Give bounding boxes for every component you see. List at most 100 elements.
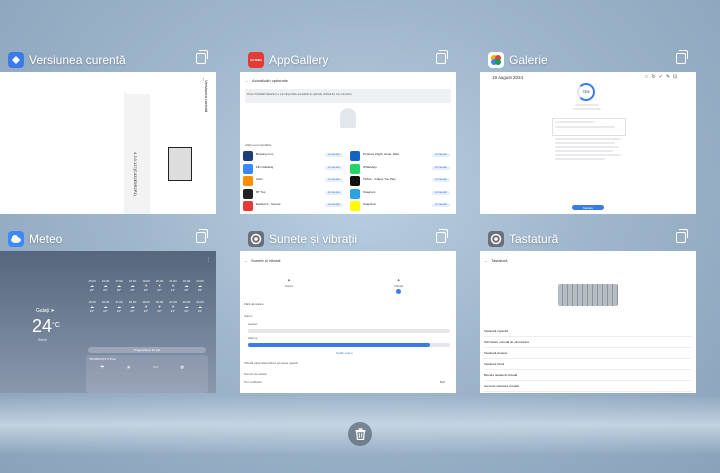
app-name: Galerie bbox=[509, 53, 548, 67]
settings-row[interactable]: Schimbare metodă de introducere bbox=[484, 337, 692, 348]
app-preview[interactable]: 4.3.0.127(C432E5R2P1) Versiunea curentă … bbox=[0, 72, 216, 214]
gallery-icon bbox=[488, 52, 504, 68]
hourly-item: 20:00 ☀ 22° bbox=[154, 279, 166, 292]
app-logo-icon bbox=[243, 176, 253, 186]
floating-window-button[interactable] bbox=[676, 50, 688, 64]
more-icon[interactable]: ⋮ bbox=[206, 257, 211, 263]
header-title: Actualizări opționale bbox=[252, 78, 288, 83]
rotated-version-text: 4.3.0.127(C432E5R2P1) bbox=[133, 152, 138, 196]
app-name: AppGallery bbox=[269, 53, 329, 67]
app-preview[interactable]: 19 august 2024 ☆↻✓✎⊡ 73% Salvare bbox=[480, 72, 696, 214]
app-list-item[interactable]: WhatsApp INSTALARE bbox=[350, 163, 450, 176]
section-system-sounds: Sunete de sistem bbox=[244, 372, 268, 376]
install-button[interactable]: INSTALARE bbox=[432, 153, 450, 157]
mode-vibration[interactable]: ⚬ Vibrații bbox=[394, 278, 403, 294]
back-arrow-icon: ↑ bbox=[202, 77, 205, 83]
card-header: Galerie bbox=[480, 50, 696, 72]
app-logo-icon bbox=[243, 151, 253, 161]
save-button[interactable]: Salvare bbox=[572, 205, 604, 210]
app-list-name: TikTok - Videos You Play bbox=[363, 177, 396, 181]
banner-text: Pentru HUAWEI MatePad nu sunt disponibil… bbox=[247, 93, 353, 96]
install-button[interactable]: INSTALARE bbox=[325, 178, 343, 182]
hourly-item: 18:00 ☁ 23° bbox=[127, 279, 139, 292]
hourly-forecast: 15:00 ☁ 24° 16:00 ☁ 24° 17:00 ☁ 24° 18:00 ☁ 23° 19:0… bbox=[86, 279, 206, 321]
app-list-item[interactable]: Film Ralduisj INSTALARE bbox=[243, 163, 343, 176]
hourly-item: 22:00 ☁ 20° bbox=[181, 279, 193, 292]
settings-row[interactable]: Tastatură implicită bbox=[484, 326, 692, 337]
hourly-item: 15:00 ☁ 24° bbox=[86, 279, 98, 292]
hourly-item: 17:00 ☁ 24° bbox=[113, 300, 125, 313]
app-list-item[interactable]: Prostore Flight, Hotel, Ride INSTALARE bbox=[350, 150, 450, 163]
app-list-item[interactable]: BT Top INSTALARE bbox=[243, 188, 343, 201]
volume-slider-alarms[interactable] bbox=[248, 343, 450, 347]
install-button[interactable]: INSTALARE bbox=[325, 203, 343, 207]
app-list-item[interactable]: Epidemic - Sunete INSTALARE bbox=[243, 200, 343, 213]
floating-window-button[interactable] bbox=[436, 229, 448, 243]
settings-row[interactable]: Tastatura fizică bbox=[484, 359, 692, 370]
settings-row[interactable]: Blocare tastatură virtuală bbox=[484, 370, 692, 381]
app-logo-icon bbox=[350, 163, 360, 174]
install-button[interactable]: INSTALARE bbox=[325, 190, 343, 195]
floating-window-button[interactable] bbox=[196, 50, 208, 64]
install-button[interactable]: INSTALARE bbox=[325, 165, 343, 170]
app-preview[interactable]: Galați ➤ 24°C Senin 15:00 ☁ 24° 16:00 ☁ 24° 17… bbox=[0, 251, 216, 393]
app-list-item[interactable]: Telegram INSTALARE bbox=[350, 188, 450, 201]
app-logo-icon bbox=[350, 201, 360, 211]
rotated-title: Versiunea curentă bbox=[204, 80, 209, 113]
app-logo-icon bbox=[243, 201, 253, 211]
app-logo-icon bbox=[350, 188, 360, 199]
app-preview[interactable]: ← Actualizări opționale Pentru HUAWEI Ma… bbox=[240, 72, 456, 214]
install-button[interactable]: INSTALARE bbox=[432, 165, 450, 170]
install-button[interactable]: INSTALARE bbox=[432, 190, 450, 195]
more-volume-link[interactable]: Setări volum bbox=[336, 351, 353, 355]
install-button[interactable]: INSTALARE bbox=[432, 203, 450, 207]
app-logo-icon bbox=[350, 176, 360, 186]
forecast-15-days-button[interactable]: Prognoză pe 15 zile bbox=[88, 347, 206, 353]
slider-label-calls: Apeluri bbox=[248, 322, 258, 326]
floating-window-button[interactable] bbox=[436, 50, 448, 64]
appgallery-icon: HUAWEI bbox=[248, 52, 264, 68]
app-list-item[interactable]: Snapchat INSTALARE bbox=[350, 200, 450, 213]
clear-all-button[interactable] bbox=[348, 422, 372, 446]
install-button[interactable]: INSTALARE bbox=[325, 153, 343, 157]
card-header: Meteo bbox=[0, 229, 216, 251]
app-preview[interactable]: ← Sunete și vibrații ⚬ Sunet ⚬ Vibrații Fă… bbox=[240, 251, 456, 393]
app-name: Meteo bbox=[29, 232, 63, 246]
hourly-item: 16:00 ☁ 24° bbox=[100, 300, 112, 313]
settings-row[interactable]: Ascunde tastatura virtuală bbox=[484, 381, 692, 392]
row-do-not-disturb[interactable]: Fără deranjare bbox=[244, 302, 264, 306]
floating-window-button[interactable] bbox=[196, 229, 208, 243]
hourly-item: 17:00 ☁ 24° bbox=[113, 279, 125, 292]
card-header: Versiunea curentă bbox=[0, 50, 216, 72]
notification-tone-value: Bell bbox=[440, 380, 446, 384]
app-logo-icon bbox=[243, 188, 253, 199]
version-icon bbox=[8, 52, 24, 68]
hourly-item: 19:00 ☀ 23° bbox=[140, 279, 152, 292]
app-list-name: BT Top bbox=[256, 189, 266, 194]
app-list-name: Telegram bbox=[363, 189, 376, 194]
section-volume: Volum bbox=[244, 314, 253, 318]
hourly-item: 23:00 ☁ 19° bbox=[194, 279, 206, 292]
app-logo-icon bbox=[243, 163, 253, 174]
volume-slider-calls[interactable] bbox=[248, 329, 450, 333]
floating-window-button[interactable] bbox=[676, 229, 688, 243]
app-list-item[interactable]: Booking.com INSTALARE bbox=[243, 150, 343, 163]
settings-row[interactable]: Tastatură Huawei bbox=[484, 348, 692, 359]
app-list-item[interactable]: Avito INSTALARE bbox=[243, 175, 343, 188]
trash-icon bbox=[355, 428, 365, 440]
install-button[interactable]: INSTALARE bbox=[432, 178, 450, 182]
app-preview[interactable]: ← Tastatură Tastatură implicită Schimbare… bbox=[480, 251, 696, 393]
card-header: HUAWEI AppGallery bbox=[240, 50, 456, 72]
row-notification-tone[interactable]: Ton notificare bbox=[244, 380, 262, 384]
back-arrow-icon: ← bbox=[484, 258, 488, 263]
mode-sound[interactable]: ⚬ Sunet bbox=[285, 278, 293, 288]
weather-icon bbox=[8, 231, 24, 247]
header-title: Tastatură bbox=[491, 258, 508, 263]
row-vibrate-on-call[interactable]: Vibrații când dispozitivul primește apel… bbox=[244, 361, 298, 365]
settings-gear-icon bbox=[248, 231, 264, 247]
app-list-item[interactable]: TikTok - Videos You Play INSTALARE bbox=[350, 175, 450, 188]
app-name: Versiunea curentă bbox=[29, 53, 126, 67]
app-list-name: WhatsApp bbox=[363, 164, 377, 169]
useful-info-panel: INFORMAȚII UTILE ☂☀〰❄ bbox=[86, 355, 208, 393]
hourly-item: 15:00 ☁ 24° bbox=[86, 300, 98, 313]
